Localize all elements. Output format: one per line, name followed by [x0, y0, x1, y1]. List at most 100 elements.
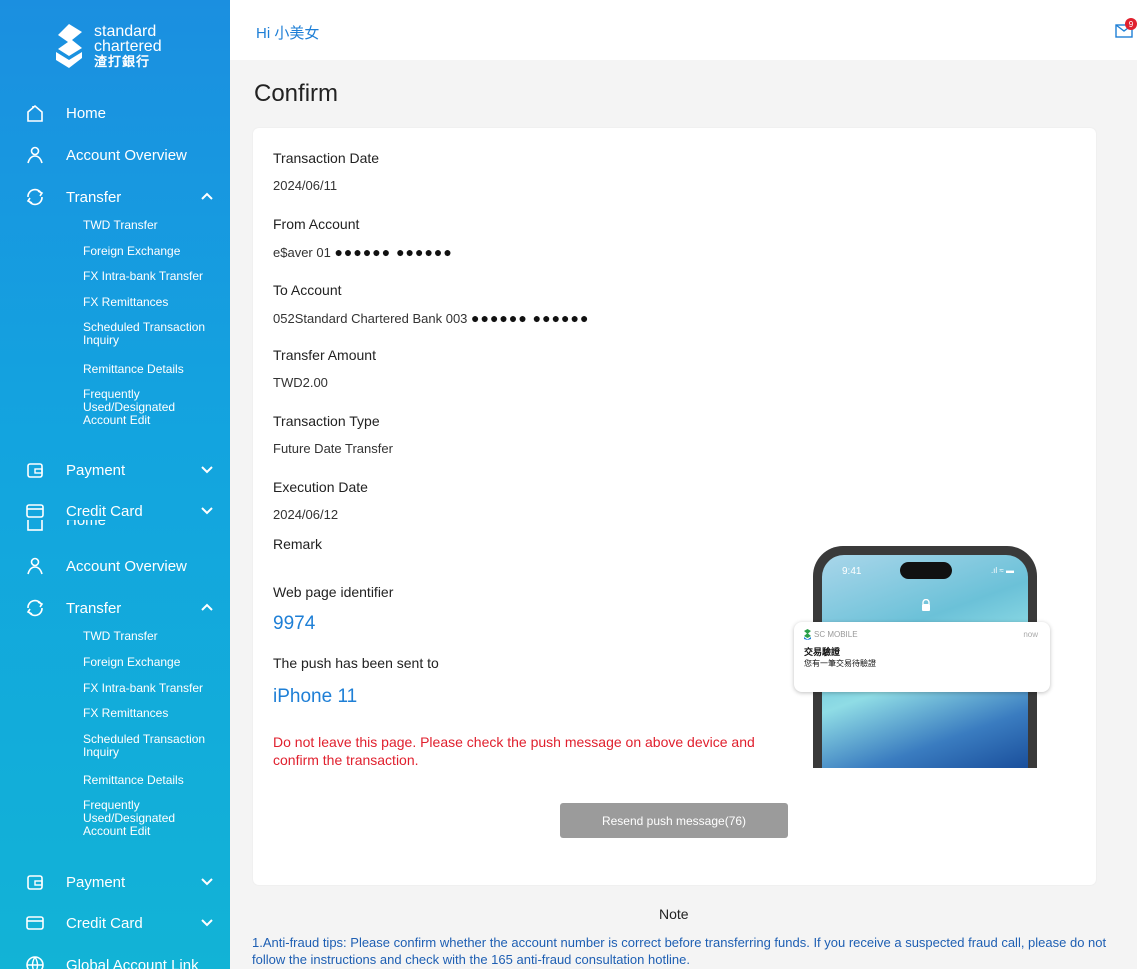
- mail-icon[interactable]: 9: [1115, 18, 1137, 38]
- lock-icon: [922, 599, 930, 611]
- sub-fx-intra-bank[interactable]: FX Intra-bank Transfer: [83, 270, 218, 283]
- nav-home-partial[interactable]: Home: [0, 520, 230, 534]
- nav-home[interactable]: Home: [0, 98, 230, 128]
- nav-credit-card[interactable]: Credit Card: [0, 908, 230, 938]
- nav-global-account-link-label: Global Account Link: [66, 956, 199, 969]
- greeting: Hi 小美女: [256, 25, 320, 42]
- to-account-value: 052Standard Chartered Bank 003 ●●●●●● ●●…: [273, 310, 589, 326]
- remark-label: Remark: [273, 536, 323, 552]
- sub-foreign-exchange[interactable]: Foreign Exchange: [83, 656, 218, 669]
- chevron-down-icon[interactable]: [200, 462, 214, 476]
- nav-payment-label: Payment: [66, 873, 126, 891]
- nav-account-overview[interactable]: Account Overview: [0, 140, 230, 170]
- sub-fx-remittances[interactable]: FX Remittances: [83, 296, 218, 309]
- chevron-up-icon[interactable]: [200, 600, 214, 614]
- phone-status-icons: .ıl ≈ ▬: [990, 566, 1014, 575]
- transfer-amount-value: TWD2.00: [273, 375, 328, 390]
- nav-account-overview-label: Account Overview: [66, 146, 187, 164]
- nav-credit-card-label: Credit Card: [66, 502, 143, 520]
- sidebar: standard chartered 渣打銀行 Home Account Ove…: [0, 0, 230, 969]
- transaction-date-value: 2024/06/11: [273, 178, 338, 193]
- logo-zh: 渣打銀行: [94, 53, 151, 69]
- nav-home-partial-label: Home: [66, 520, 107, 529]
- globe-icon: [24, 954, 46, 969]
- sub-scheduled-transaction[interactable]: Scheduled Transaction Inquiry: [83, 733, 218, 759]
- dynamic-island: [900, 562, 952, 579]
- home-icon: [24, 102, 46, 124]
- transaction-type-value: Future Date Transfer: [273, 441, 393, 456]
- page-title: Confirm: [254, 80, 339, 107]
- nav-transfer[interactable]: Transfer: [0, 182, 230, 212]
- confirm-card: Transaction Date 2024/06/11 From Account…: [253, 128, 1096, 885]
- mail-badge: 9: [1129, 20, 1134, 29]
- chevron-up-icon[interactable]: [200, 189, 214, 203]
- from-account-label: From Account: [273, 216, 360, 232]
- home-icon: [24, 520, 46, 534]
- resend-push-button[interactable]: Resend push message(76): [560, 803, 788, 838]
- sub-fx-intra-bank[interactable]: FX Intra-bank Transfer: [83, 682, 218, 695]
- nav-transfer-label: Transfer: [66, 188, 122, 206]
- user-icon: [24, 555, 46, 577]
- phone-time: 9:41: [842, 566, 862, 577]
- transfer-icon: [24, 597, 46, 619]
- credit-card-icon: [24, 912, 46, 934]
- sub-scheduled-transaction[interactable]: Scheduled Transaction Inquiry: [83, 321, 218, 347]
- sub-fx-remittances[interactable]: FX Remittances: [83, 707, 218, 720]
- sub-foreign-exchange[interactable]: Foreign Exchange: [83, 245, 218, 258]
- credit-card-icon: [24, 500, 46, 522]
- identifier-label: Web page identifier: [273, 584, 394, 600]
- wallet-icon: [24, 459, 46, 481]
- sub-frequently-used[interactable]: Frequently Used/Designated Account Edit: [83, 799, 218, 838]
- sub-twd-transfer[interactable]: TWD Transfer: [83, 630, 218, 643]
- user-icon: [24, 144, 46, 166]
- push-sent-label: The push has been sent to: [273, 655, 439, 671]
- from-account-mask: ●●●●●● ●●●●●●: [334, 244, 453, 260]
- nav-payment[interactable]: Payment: [0, 455, 230, 485]
- sub-remittance-details[interactable]: Remittance Details: [83, 774, 218, 787]
- note-text: 1.Anti-fraud tips: Please confirm whethe…: [252, 935, 1107, 967]
- nav-payment-label: Payment: [66, 461, 126, 479]
- logo-line2: chartered: [94, 37, 162, 55]
- note-title: Note: [659, 906, 689, 922]
- from-account-value: e$aver 01 ●●●●●● ●●●●●●: [273, 244, 453, 260]
- nav-transfer[interactable]: Transfer: [0, 593, 230, 623]
- execution-date-value: 2024/06/12: [273, 507, 339, 522]
- to-account-label: To Account: [273, 282, 342, 298]
- nav-account-overview[interactable]: Account Overview: [0, 551, 230, 581]
- notif-body: 您有一筆交易待驗證: [804, 659, 876, 668]
- identifier-value: 9974: [273, 613, 316, 634]
- chevron-down-icon[interactable]: [200, 874, 214, 888]
- device-name: iPhone 11: [273, 686, 358, 707]
- to-account-name: 052Standard Chartered Bank 003: [273, 311, 468, 326]
- transaction-type-label: Transaction Type: [273, 413, 380, 429]
- wallet-icon: [24, 871, 46, 893]
- transfer-icon: [24, 186, 46, 208]
- warning-message: Do not leave this page. Please check the…: [273, 734, 755, 768]
- chevron-down-icon[interactable]: [200, 503, 214, 517]
- nav-transfer-label: Transfer: [66, 599, 122, 617]
- nav-payment[interactable]: Payment: [0, 867, 230, 897]
- from-account-name: e$aver 01: [273, 245, 331, 260]
- top-header: Hi 小美女 9: [230, 0, 1137, 60]
- transfer-amount-label: Transfer Amount: [273, 347, 376, 363]
- logo-line1: standard: [94, 22, 157, 40]
- transaction-date-label: Transaction Date: [273, 150, 380, 166]
- chevron-down-icon[interactable]: [200, 915, 214, 929]
- push-notification: SC MOBILE now 交易驗證 您有一筆交易待驗證: [794, 622, 1050, 692]
- sub-frequently-used[interactable]: Frequently Used/Designated Account Edit: [83, 388, 218, 427]
- nav-global-account-link[interactable]: Global Account Link: [0, 950, 230, 969]
- notif-time: now: [1023, 630, 1038, 639]
- standard-chartered-logo-icon: [56, 24, 82, 68]
- nav-credit-card-label: Credit Card: [66, 914, 143, 932]
- page: standard chartered 渣打銀行 Home Account Ove…: [0, 0, 1137, 969]
- nav-home-label: Home: [66, 104, 107, 122]
- notif-app-name: SC MOBILE: [814, 630, 858, 639]
- sub-remittance-details[interactable]: Remittance Details: [83, 363, 218, 376]
- bank-logo[interactable]: standard chartered 渣打銀行: [52, 22, 162, 70]
- nav-account-overview-label: Account Overview: [66, 557, 187, 575]
- sc-logo-icon: [804, 629, 811, 640]
- notif-title: 交易驗證: [804, 647, 841, 657]
- sub-twd-transfer[interactable]: TWD Transfer: [83, 219, 218, 232]
- main-content: Confirm Transaction Date 2024/06/11 From…: [230, 60, 1137, 969]
- to-account-mask: ●●●●●● ●●●●●●: [471, 310, 590, 326]
